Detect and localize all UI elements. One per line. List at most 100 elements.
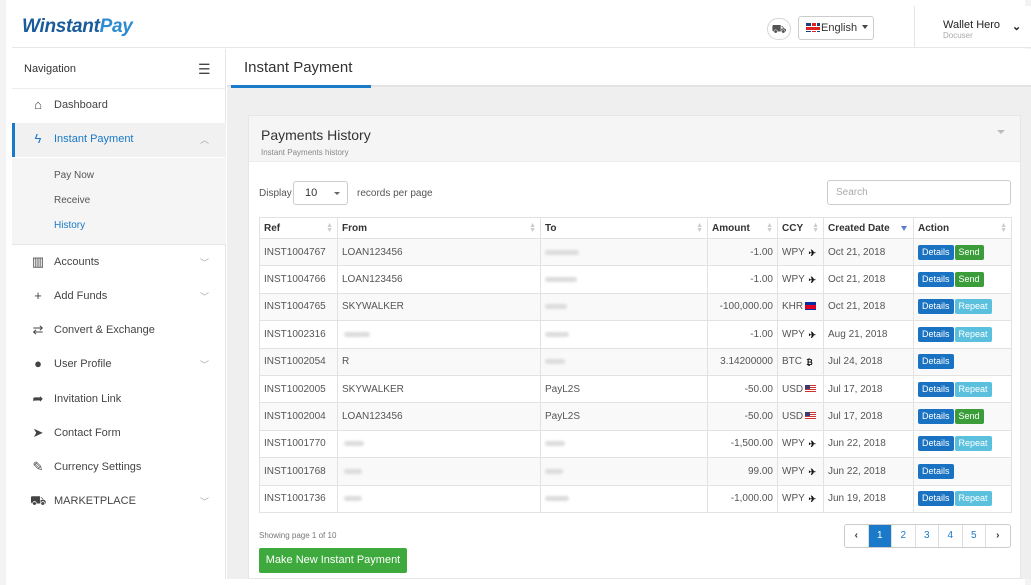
page-button-3[interactable]: 3 (916, 525, 939, 547)
submenu-item-history[interactable]: History (54, 220, 85, 231)
repeat-button[interactable]: Repeat (954, 491, 992, 507)
khr-currency-icon (805, 302, 817, 311)
sidebar-item-convert-exchange[interactable]: ⇄ Convert & Exchange (12, 314, 226, 348)
ccy-code: USD (782, 411, 804, 423)
share-icon: ➦ (32, 391, 44, 406)
redacted-text (344, 496, 362, 502)
chevron-down-icon[interactable]: ⌄ (1012, 20, 1021, 33)
details-button[interactable]: Details (918, 409, 954, 425)
table-row: INST1001736 -1,000.00 WPY Jun 19, 2018Detai… (259, 484, 1012, 513)
cell-ccy: WPY (777, 484, 824, 513)
search-input[interactable] (827, 180, 1011, 205)
column-header-amount[interactable]: Amount ▲ ▼ (707, 217, 778, 239)
page-header: Instant Payment (227, 49, 1031, 88)
uk-flag-icon (806, 23, 820, 32)
cell-to (540, 484, 708, 513)
details-button[interactable]: Details (918, 463, 954, 479)
sidebar-item-invitation-link[interactable]: ➦ Invitation Link (12, 383, 226, 417)
cell-action: Details Send (913, 237, 1012, 267)
details-button[interactable]: Details (918, 244, 954, 260)
submenu-item-receive[interactable]: Receive (54, 195, 90, 206)
column-header-ref[interactable]: Ref ▲ ▼ (259, 217, 338, 239)
details-button[interactable]: Details (918, 436, 954, 452)
table-row: INST1002004 LOAN123456 PayL2S -50.00 USD Jul … (259, 402, 1012, 431)
sidebar-item-label: Instant Payment (54, 133, 134, 145)
sidebar-item-user-profile[interactable]: ● User Profile ﹀ (12, 348, 226, 382)
panel-collapse-icon[interactable] (997, 130, 1005, 134)
cell-from: LOAN123456 (337, 265, 541, 294)
table-row: INST1004766 LOAN123456 -1.00 WPY Oct 21, 201… (259, 265, 1012, 294)
cell-ccy: WPY (777, 237, 824, 267)
page-button-1[interactable]: 1 (868, 525, 892, 547)
repeat-button[interactable]: Repeat (954, 326, 992, 342)
column-header-to[interactable]: To ▲ ▼ (540, 217, 708, 239)
ccy-code: KHR (782, 301, 804, 313)
cell-created-date: Jun 22, 2018 (823, 457, 914, 486)
sidebar-item-marketplace[interactable]: ⛟ MARKETPLACE ﹀ (12, 485, 226, 519)
cell-created-date: Jul 17, 2018 (823, 374, 914, 404)
column-header-from[interactable]: From ▲ ▼ (337, 217, 541, 239)
cell-created-date: Oct 21, 2018 (823, 292, 914, 322)
language-dropdown[interactable]: English (798, 16, 874, 40)
sidebar-item-currency-settings[interactable]: ✎ Currency Settings (12, 451, 226, 485)
details-button[interactable]: Details (918, 326, 954, 342)
send-button[interactable]: Send (954, 409, 984, 425)
sort-icon: ▲ ▼ (812, 222, 819, 234)
column-header-ccy[interactable]: CCY ▲ ▼ (777, 217, 824, 239)
make-new-instant-payment-button[interactable]: Make New Instant Payment (259, 548, 407, 573)
next-page-icon[interactable]: › (986, 525, 1010, 547)
page-size-select[interactable]: 10 (293, 181, 348, 205)
submenu-item-pay-now[interactable]: Pay Now (54, 170, 94, 181)
page-button-4[interactable]: 4 (939, 525, 963, 547)
send-button[interactable]: Send (954, 244, 984, 260)
cell-from: LOAN123456 (337, 237, 541, 267)
sidebar-item-label: Dashboard (54, 99, 108, 111)
details-button[interactable]: Details (918, 299, 954, 315)
page-button-5[interactable]: 5 (963, 525, 986, 547)
brand-logo[interactable]: WinstantPay (22, 16, 133, 38)
top-bar: WinstantPay ⛟ English Wallet Hero Docuse… (12, 6, 1031, 48)
instant-payment-submenu: Pay Now Receive History (12, 158, 226, 245)
sidebar-item-contact-form[interactable]: ➤ Contact Form (12, 417, 226, 451)
cell-from (337, 457, 541, 486)
details-button[interactable]: Details (918, 491, 954, 507)
sidebar-item-label: MARKETPLACE (54, 495, 136, 507)
details-button[interactable]: Details (918, 354, 954, 370)
chevron-up-icon: ︿ (200, 135, 210, 145)
cart-button[interactable]: ⛟ (767, 18, 791, 40)
from-text: SKYWALKER (342, 301, 404, 313)
table-header-row: Ref ▲ ▼ From ▲ ▼ To ▲ ▼ Amount ▲ ▼ CCY ▲ ▼ Created… (259, 217, 1012, 239)
hamburger-menu-icon[interactable]: ☰ (198, 61, 211, 78)
sidebar-item-accounts[interactable]: ▥ Accounts ﹀ (12, 246, 226, 280)
sidebar-item-instant-payment[interactable]: ϟ Instant Payment ︿ (12, 123, 226, 157)
details-button[interactable]: Details (918, 381, 954, 397)
ccy-code: USD (782, 383, 804, 395)
table-row: INST1001770 -1,500.00 WPY Jun 22, 2018Detai… (259, 429, 1012, 459)
sidebar-title: Navigation (24, 63, 76, 75)
repeat-button[interactable]: Repeat (954, 299, 992, 315)
cart-icon: ⛟ (30, 493, 47, 508)
payments-table: Ref ▲ ▼ From ▲ ▼ To ▲ ▼ Amount ▲ ▼ CCY ▲ ▼ Created… (259, 217, 1012, 513)
send-button[interactable]: Send (954, 272, 984, 288)
from-text: R (342, 356, 350, 368)
cell-from: SKYWALKER (337, 292, 541, 322)
column-header-created-date[interactable]: Created Date (823, 217, 914, 239)
cell-ref: INST1002054 (259, 347, 338, 376)
prev-page-icon[interactable]: ‹ (845, 525, 869, 547)
sidebar-item-label: Add Funds (54, 290, 108, 302)
details-button[interactable]: Details (918, 272, 954, 288)
sidebar-item-dashboard[interactable]: ⌂ Dashboard (12, 89, 226, 123)
wpy-currency-icon (807, 495, 818, 503)
exchange-icon: ⇄ (32, 322, 44, 337)
brand-name-part1: Winstant (22, 16, 100, 37)
page-button-2[interactable]: 2 (892, 525, 916, 547)
repeat-button[interactable]: Repeat (954, 436, 992, 452)
repeat-button[interactable]: Repeat (954, 381, 992, 397)
cart-icon: ⛟ (771, 22, 787, 36)
usd-currency-icon (805, 412, 817, 421)
sidebar-item-label: Currency Settings (54, 461, 142, 473)
user-menu[interactable]: Wallet Hero Docuser ⌄ (914, 6, 1031, 48)
sidebar-item-add-funds[interactable]: + Add Funds ﹀ (12, 280, 226, 314)
display-label: Display (259, 188, 292, 199)
column-header-action[interactable]: Action ▲ ▼ (913, 217, 1012, 239)
